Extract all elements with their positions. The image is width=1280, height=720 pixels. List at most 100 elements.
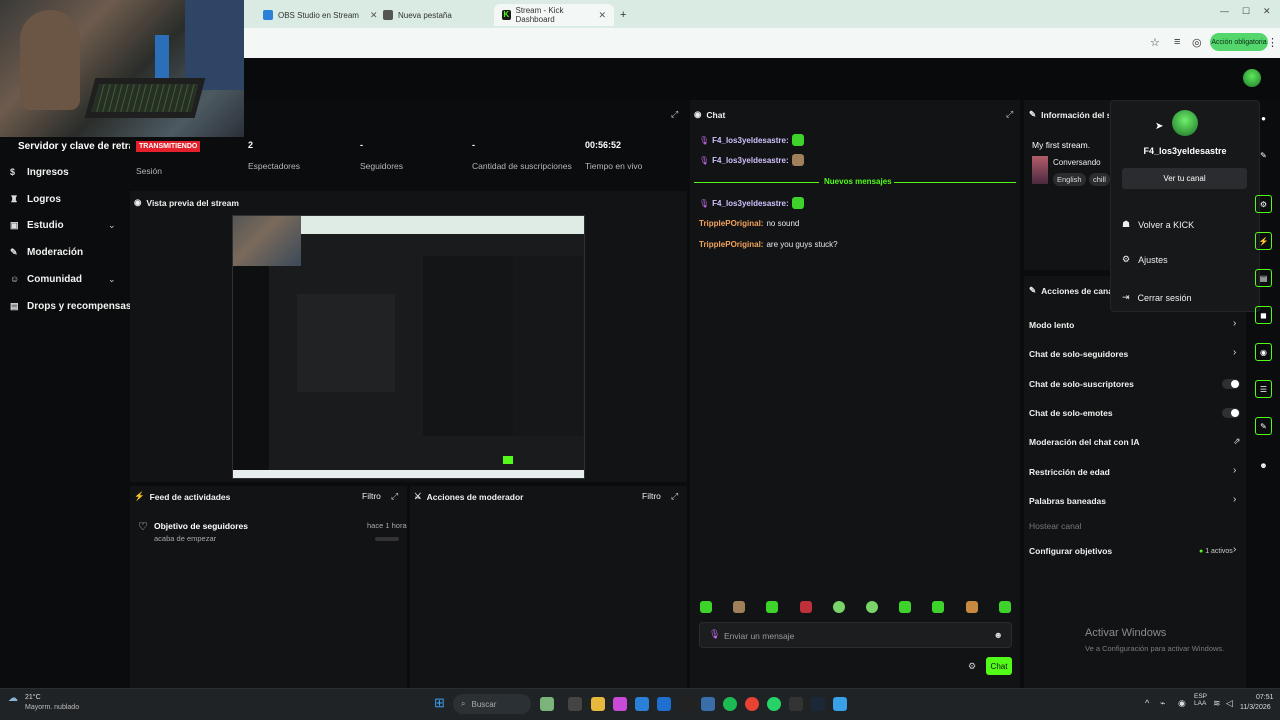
chevron-right-icon[interactable]: ›: [1233, 347, 1236, 358]
chevron-right-icon[interactable]: ›: [1233, 494, 1236, 505]
emotes-only-toggle[interactable]: [1222, 408, 1240, 418]
view-channel-button[interactable]: Ver tu canal: [1122, 168, 1247, 189]
file-explorer-icon[interactable]: [591, 697, 605, 711]
chevron-right-icon[interactable]: ›: [1233, 318, 1236, 329]
new-tab-button[interactable]: +: [612, 4, 634, 26]
copilot-icon[interactable]: [613, 697, 627, 711]
chat-message[interactable]: 🎙 F4_los3yeldesastre:: [699, 134, 804, 146]
emote-icon[interactable]: [999, 601, 1011, 613]
task-view-icon[interactable]: [568, 697, 582, 711]
expand-icon[interactable]: ⤢: [391, 491, 398, 502]
emote-icon[interactable]: [866, 601, 878, 613]
avatar[interactable]: [1243, 69, 1261, 87]
chat-bubble-icon[interactable]: ◼: [1255, 306, 1272, 324]
spotify-icon[interactable]: [723, 697, 737, 711]
chat-message[interactable]: 🎙 F4_los3yeldesastre:: [699, 197, 804, 209]
menu-list-icon[interactable]: ≡: [1174, 36, 1180, 48]
emote-icon[interactable]: [932, 601, 944, 613]
tray-icon[interactable]: ⌁: [1160, 698, 1165, 709]
clock-date[interactable]: 11/3/2026: [1240, 704, 1271, 711]
people-icon[interactable]: ☻: [1255, 456, 1272, 474]
external-link-icon[interactable]: ⇗: [1233, 436, 1241, 447]
obs-icon[interactable]: [789, 697, 803, 711]
steam-icon[interactable]: [811, 697, 825, 711]
chevron-down-icon[interactable]: ⌄: [108, 274, 116, 285]
expand-icon[interactable]: ⤢: [1006, 109, 1013, 120]
taskbar-app-icon[interactable]: [540, 697, 554, 711]
wifi-icon[interactable]: ≋: [1213, 698, 1221, 709]
expand-icon[interactable]: ⤢: [671, 491, 678, 502]
settings-rail-icon[interactable]: ⚙: [1255, 195, 1272, 213]
wrench-icon[interactable]: ✎: [1255, 417, 1272, 435]
emoji-icon[interactable]: ☻: [994, 630, 1003, 640]
emote-icon[interactable]: [899, 601, 911, 613]
emote-icon[interactable]: [966, 601, 978, 613]
outlook-icon[interactable]: [635, 697, 649, 711]
action-age-restriction[interactable]: Restricción de edad: [1029, 467, 1110, 477]
emote-icon[interactable]: [766, 601, 778, 613]
broadcast-icon[interactable]: ◉: [1255, 343, 1272, 361]
document-icon[interactable]: ▤: [1255, 269, 1272, 287]
sidebar-item-logros[interactable]: ♜ Logros: [10, 194, 61, 205]
minimize-icon[interactable]: —: [1220, 6, 1229, 16]
layers-icon[interactable]: ☰: [1255, 380, 1272, 398]
weather-temp[interactable]: 21°C: [25, 694, 41, 701]
language-indicator[interactable]: ESP LAA: [1194, 693, 1207, 707]
emote-icon[interactable]: [833, 601, 845, 613]
windows-start-icon[interactable]: ⊞: [434, 695, 445, 711]
gear-icon[interactable]: ⚙: [968, 661, 976, 672]
tab-obs[interactable]: OBS Studio en Stream ✕: [255, 4, 385, 26]
mic-icon[interactable]: ◉: [1178, 698, 1186, 709]
chevron-right-icon[interactable]: ›: [1233, 465, 1236, 476]
mod-filter-button[interactable]: Filtro: [642, 491, 661, 501]
tab-kick-dashboard[interactable]: K Stream - Kick Dashboard ✕: [494, 4, 614, 26]
close-icon[interactable]: ✕: [598, 10, 606, 21]
edge-icon[interactable]: [657, 697, 671, 711]
more-icon[interactable]: ⋮: [1267, 36, 1278, 49]
sidebar-item-moderacion[interactable]: ✎ Moderación: [10, 247, 83, 258]
emote-icon[interactable]: [800, 601, 812, 613]
sidebar-item-estudio[interactable]: ▣ Estudio: [10, 220, 64, 231]
chat-input[interactable]: 🎙 Enviar un mensaje ☻: [699, 622, 1012, 648]
action-configure-goals[interactable]: Configurar objetivos: [1029, 546, 1112, 556]
action-followers-only[interactable]: Chat de solo-seguidores: [1029, 349, 1128, 359]
sidebar-item-comunidad[interactable]: ☺ Comunidad: [10, 274, 82, 285]
action-ai-moderation[interactable]: Moderación del chat con IA: [1029, 437, 1140, 447]
emote-icon[interactable]: [700, 601, 712, 613]
volume-icon[interactable]: ◁: [1226, 698, 1233, 709]
sidebar-item-drops[interactable]: ▤ Drops y recompensas: [10, 301, 132, 312]
whatsapp-icon[interactable]: [767, 697, 781, 711]
star-icon[interactable]: ☆: [1150, 36, 1160, 49]
lightning-icon[interactable]: ⚡: [1255, 232, 1272, 250]
chevron-down-icon[interactable]: ⌄: [108, 220, 116, 231]
maximize-icon[interactable]: ☐: [1242, 6, 1250, 17]
emote-icon[interactable]: [733, 601, 745, 613]
pencil-icon[interactable]: ✎: [1255, 146, 1272, 164]
profile-icon[interactable]: ◎: [1192, 36, 1202, 49]
activity-filter-button[interactable]: Filtro: [362, 491, 381, 501]
store-icon[interactable]: [701, 697, 715, 711]
stream-key-label[interactable]: Servidor y clave de retransmisión: [18, 141, 130, 152]
stream-preview-video[interactable]: [232, 215, 585, 479]
chevron-right-icon[interactable]: ›: [1233, 544, 1236, 555]
chat-message[interactable]: 🎙 F4_los3yeldesastre:: [699, 154, 804, 166]
weather-desc[interactable]: Mayorm. nublado: [25, 704, 79, 711]
chrome-icon[interactable]: [745, 697, 759, 711]
action-required-button[interactable]: Acción obligatoria: [1210, 33, 1268, 51]
send-chat-button[interactable]: Chat: [986, 657, 1012, 675]
sidebar-item-ingresos[interactable]: $ Ingresos: [10, 167, 69, 178]
action-banned-words[interactable]: Palabras baneadas: [1029, 496, 1106, 506]
menu-item-settings[interactable]: ⚙ Ajustes: [1122, 254, 1168, 265]
info-icon[interactable]: ●: [1255, 109, 1272, 127]
chat-message[interactable]: TripplePOriginal: no sound: [699, 219, 799, 228]
clock-time[interactable]: 07:51: [1256, 694, 1274, 701]
chat-message[interactable]: TripplePOriginal: are you guys stuck?: [699, 240, 838, 249]
close-window-icon[interactable]: ✕: [1263, 6, 1271, 17]
taskbar-search[interactable]: ⌕ Buscar: [453, 694, 531, 714]
action-slow-mode[interactable]: Modo lento: [1029, 320, 1074, 330]
menu-item-back-to-kick[interactable]: ☗ Volver a KICK: [1122, 219, 1194, 230]
terminal-icon[interactable]: [679, 697, 693, 711]
chevron-up-icon[interactable]: ^: [1145, 698, 1149, 708]
subs-only-toggle[interactable]: [1222, 379, 1240, 389]
expand-icon[interactable]: ⤢: [671, 109, 678, 120]
